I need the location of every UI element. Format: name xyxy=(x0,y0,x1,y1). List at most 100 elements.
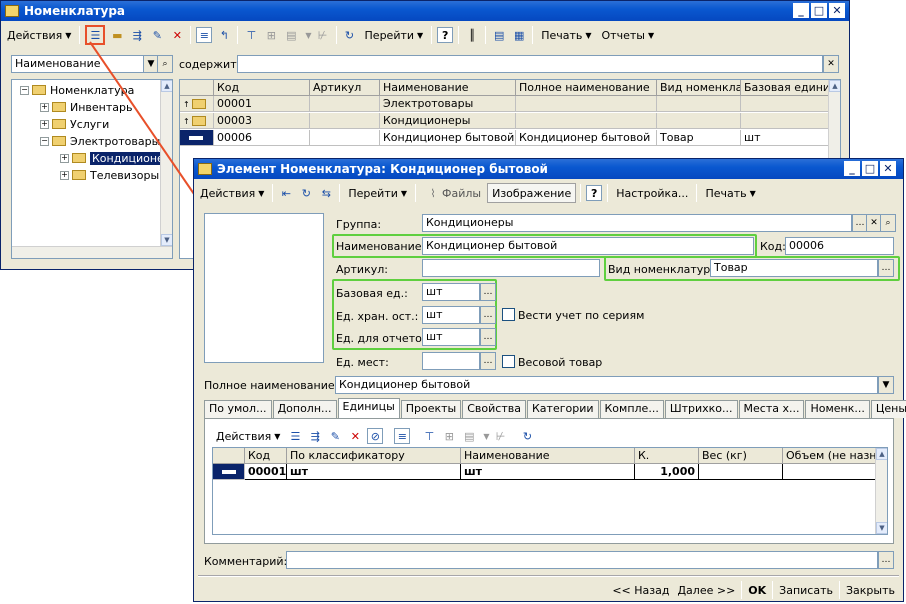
list-settings-icon[interactable]: ▤ xyxy=(491,27,507,43)
ok-button[interactable]: OK xyxy=(744,580,770,600)
tab-item[interactable]: Штрихко... xyxy=(664,400,738,418)
tab-item[interactable]: Категории xyxy=(526,400,599,418)
tree-view-icon[interactable]: ▦ xyxy=(511,27,527,43)
dropdown-arrow-icon[interactable]: ▼ xyxy=(483,432,489,441)
collapse-icon[interactable]: − xyxy=(40,136,49,146)
list-header-name[interactable]: Наименование xyxy=(380,80,516,96)
kind-select-button[interactable]: … xyxy=(878,259,894,277)
tab-item[interactable]: Единицы xyxy=(337,398,400,418)
help-icon[interactable]: ? xyxy=(437,27,454,43)
element-window-titlebar[interactable]: Элемент Номенклатура: Кондиционер бытово… xyxy=(194,159,903,179)
tree-node[interactable]: + Кондиционер xyxy=(60,150,172,166)
tab-item[interactable]: Компле... xyxy=(599,400,664,418)
close-button[interactable]: ✕ xyxy=(829,3,845,18)
filter-search-icon[interactable]: ⌕ xyxy=(157,55,173,73)
clear-filter-icon[interactable]: ⊬ xyxy=(493,428,509,444)
tree-node[interactable]: + Инвентарь xyxy=(40,99,132,115)
filter-by-value-icon[interactable]: ⊞ xyxy=(263,27,279,43)
tree-scrollbar[interactable]: ▲ ▼ xyxy=(160,80,172,246)
filter-field-select[interactable]: Наименование xyxy=(11,55,157,73)
place-unit-select-button[interactable]: … xyxy=(480,352,496,370)
tab-item[interactable]: Цены но... xyxy=(870,400,906,418)
goto-menu[interactable]: Перейти ▼ xyxy=(344,183,411,203)
list-window-titlebar[interactable]: Номенклатура xyxy=(1,1,849,21)
scroll-down-icon[interactable]: ▼ xyxy=(161,234,172,246)
dropdown-arrow-icon[interactable]: ▼ xyxy=(305,31,311,40)
filter-history-icon[interactable]: ▤ xyxy=(461,428,477,444)
units-header-name[interactable]: Наименование xyxy=(461,448,635,464)
tab-item[interactable]: Дополн... xyxy=(272,400,337,418)
edit-icon[interactable]: ✎ xyxy=(149,27,165,43)
next-button[interactable]: Далее >> xyxy=(673,580,739,600)
list-header-article[interactable]: Артикул xyxy=(310,80,380,96)
copy-icon[interactable]: ⇶ xyxy=(129,27,145,43)
collapse-icon[interactable]: − xyxy=(20,85,29,95)
help-icon[interactable]: ? xyxy=(586,185,603,201)
storage-unit-field[interactable]: шт xyxy=(422,306,480,324)
list-header-kind[interactable]: Вид номенкла... xyxy=(657,80,741,96)
base-unit-select-button[interactable]: … xyxy=(480,283,496,301)
maximize-button[interactable]: □ xyxy=(862,161,878,176)
tree-hscrollbar[interactable] xyxy=(12,246,172,258)
reread-icon[interactable]: ↻ xyxy=(298,185,314,201)
contains-clear-icon[interactable]: ✕ xyxy=(823,55,839,73)
base-unit-field[interactable]: шт xyxy=(422,283,480,301)
contains-input[interactable] xyxy=(237,55,823,73)
tab-item[interactable]: По умол... xyxy=(204,400,272,418)
units-header-k[interactable]: К. xyxy=(635,448,699,464)
actions-menu[interactable]: Действия ▼ xyxy=(196,183,268,203)
tab-item[interactable]: Места х... xyxy=(738,400,805,418)
units-cell-classifier[interactable]: шт xyxy=(287,464,461,480)
code-field[interactable]: 00006 xyxy=(785,237,894,255)
list-row[interactable]: 00006 Кондиционер бытовой Кондиционер быто… xyxy=(180,130,840,146)
filter-icon[interactable]: ⊤ xyxy=(243,27,259,43)
units-actions-menu[interactable]: Действия ▼ xyxy=(212,426,284,446)
units-table[interactable]: Код По классификатору Наименование К. Ве… xyxy=(212,447,888,535)
print-menu[interactable]: Печать ▼ xyxy=(701,183,759,203)
tree-node[interactable]: − Номенклатура xyxy=(20,82,134,98)
item-image[interactable] xyxy=(204,213,324,363)
copy-row-icon[interactable]: ⇶ xyxy=(307,428,323,444)
group-search-button[interactable]: ⌕ xyxy=(880,214,896,232)
report-unit-field[interactable]: шт xyxy=(422,328,480,346)
kind-field[interactable]: Товар xyxy=(710,259,878,277)
name-field[interactable]: Кондиционер бытовой xyxy=(422,237,754,255)
list-row[interactable]: ↑ 00001 Электротовары xyxy=(180,96,840,112)
refresh-icon[interactable]: ↻ xyxy=(520,428,536,444)
full-name-dropdown[interactable]: ▼ xyxy=(878,376,894,394)
actions-menu[interactable]: Действия ▼ xyxy=(3,25,75,45)
units-header-code[interactable]: Код xyxy=(245,448,287,464)
edit-row-icon[interactable]: ✎ xyxy=(327,428,343,444)
place-unit-field[interactable] xyxy=(422,352,480,370)
tab-item[interactable]: Проекты xyxy=(400,400,462,418)
barcode-icon[interactable]: ║ xyxy=(464,27,480,43)
save-close-icon[interactable]: ⇤ xyxy=(278,185,294,201)
back-button[interactable]: << Назад xyxy=(608,580,673,600)
refresh-icon[interactable]: ↻ xyxy=(342,27,358,43)
series-checkbox[interactable] xyxy=(502,308,515,321)
maximize-button[interactable]: □ xyxy=(811,3,827,18)
comment-select-button[interactable]: … xyxy=(878,551,894,569)
level-up-icon[interactable]: ↰ xyxy=(216,27,232,43)
filter-icon[interactable]: ⊤ xyxy=(421,428,437,444)
goto-menu[interactable]: Перейти ▼ xyxy=(361,25,428,45)
close-button[interactable]: ✕ xyxy=(880,161,896,176)
group-field[interactable]: Кондиционеры xyxy=(422,214,852,232)
delete-row-icon[interactable]: ✕ xyxy=(347,428,363,444)
expand-icon[interactable]: + xyxy=(40,102,49,112)
scroll-up-icon[interactable]: ▲ xyxy=(161,80,172,92)
print-menu[interactable]: Печать ▼ xyxy=(537,25,595,45)
scroll-down-icon[interactable]: ▼ xyxy=(876,522,887,534)
delete-mark-icon[interactable]: ✕ xyxy=(169,27,185,43)
units-cell-code[interactable]: 00001 xyxy=(245,464,287,480)
end-edit-icon[interactable]: ⊘ xyxy=(367,428,384,444)
group-tree[interactable]: − Номенклатура + Инвентарь + Услуги − Электрото… xyxy=(11,79,173,259)
list-row[interactable]: ↑ 00003 Кондиционеры xyxy=(180,113,840,129)
list-header-code[interactable]: Код xyxy=(214,80,310,96)
add-folder-icon[interactable]: ▬ xyxy=(109,27,125,43)
units-row[interactable]: 00001 шт шт 1,000 xyxy=(213,464,887,480)
list-header-unit[interactable]: Базовая единиц xyxy=(741,80,829,96)
units-header-volume[interactable]: Объем (не назн... xyxy=(783,448,877,464)
reports-menu[interactable]: Отчеты ▼ xyxy=(598,25,659,45)
scroll-up-icon[interactable]: ▲ xyxy=(876,448,887,460)
